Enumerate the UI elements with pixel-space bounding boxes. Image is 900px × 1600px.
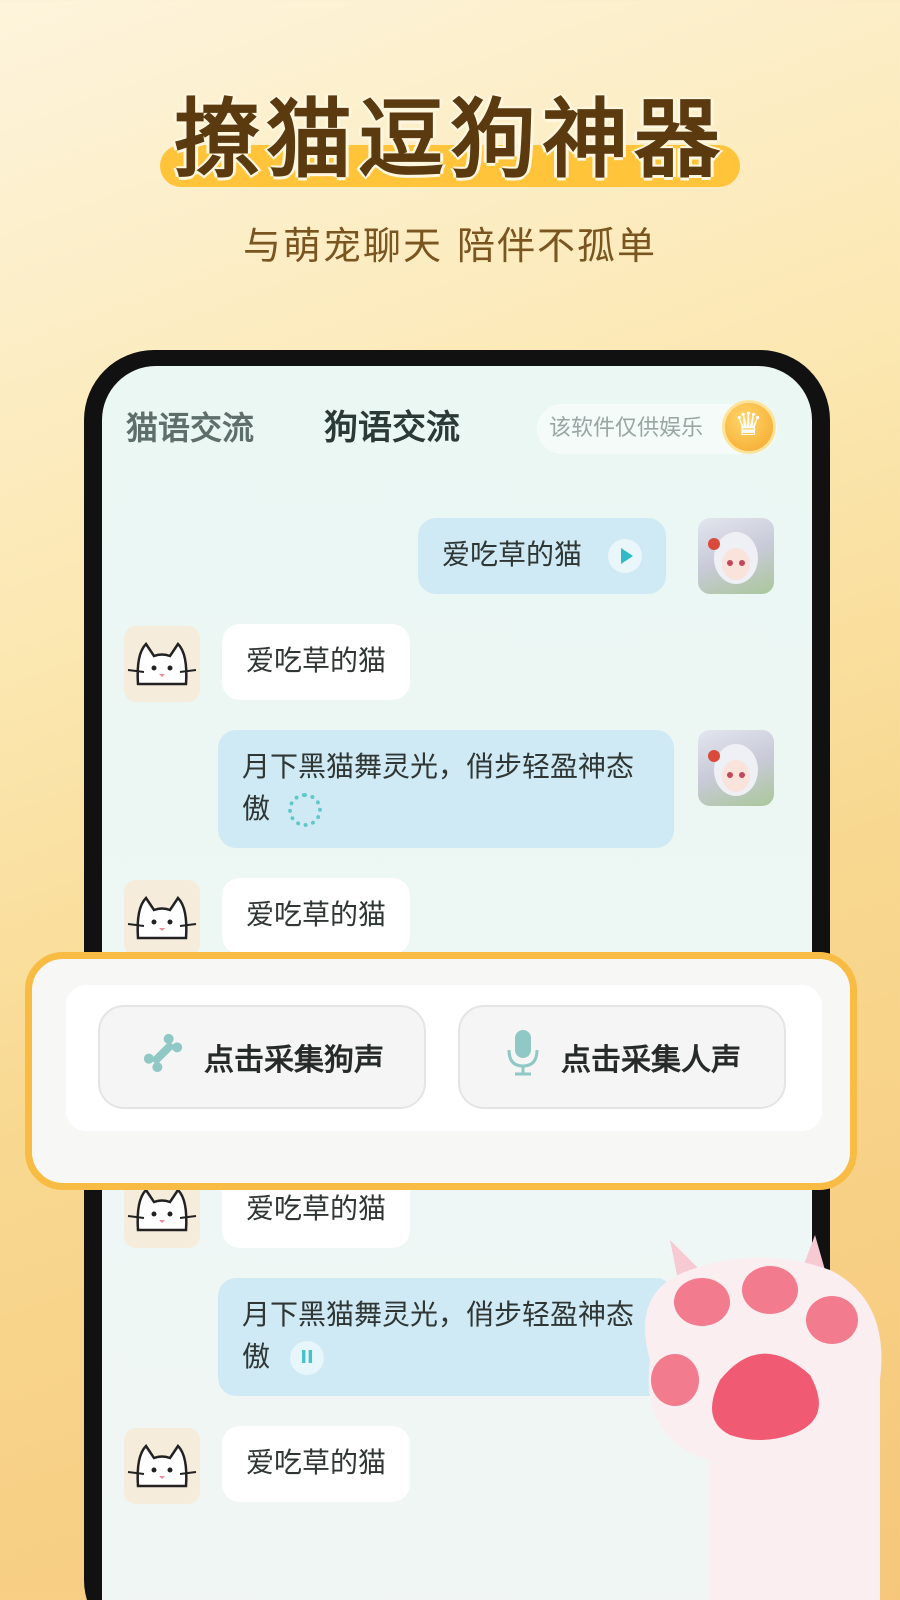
- message-bubble[interactable]: 爱吃草的猫: [222, 1426, 411, 1502]
- avatar[interactable]: [124, 880, 200, 956]
- avatar[interactable]: [124, 626, 200, 702]
- avatar[interactable]: [698, 730, 774, 806]
- collect-human-voice-label: 点击采集人声: [561, 1043, 741, 1078]
- microphone-icon: [503, 1028, 543, 1086]
- cat-avatar-icon: [127, 1444, 197, 1488]
- pause-icon[interactable]: II: [290, 1341, 325, 1375]
- message-bubble[interactable]: 爱吃草的猫: [222, 624, 411, 700]
- message-text: 爱吃草的猫: [246, 644, 387, 677]
- subtitle: 与萌宠聊天 陪伴不孤单: [242, 224, 658, 268]
- cat-paw-illustration: [610, 1230, 900, 1600]
- tab-dog-language[interactable]: 狗语交流: [324, 404, 460, 452]
- avatar[interactable]: [698, 518, 774, 594]
- cat-paw-icon: [645, 1235, 882, 1600]
- cat-avatar-icon: [127, 896, 197, 940]
- play-icon[interactable]: [608, 539, 643, 573]
- loading-icon: [288, 793, 323, 827]
- record-action-panel: 点击采集狗声 点击采集人声: [25, 952, 857, 1190]
- headline-block: 撩猫逗狗神器: [0, 85, 900, 195]
- user-avatar-icon: [708, 744, 758, 796]
- message-bubble[interactable]: 爱吃草的猫: [222, 878, 411, 954]
- cat-avatar-icon: [127, 642, 197, 686]
- tab-cat-language[interactable]: 猫语交流: [126, 404, 254, 452]
- collect-human-voice-button[interactable]: 点击采集人声: [458, 1005, 786, 1109]
- message-text: 爱吃草的猫: [246, 1192, 387, 1225]
- user-avatar-icon: [708, 532, 758, 584]
- message-bubble[interactable]: 月下黑猫舞灵光，俏步轻盈神态傲 II: [218, 1278, 674, 1396]
- collect-dog-voice-label: 点击采集狗声: [204, 1043, 384, 1078]
- record-action-panel-inner: 点击采集狗声 点击采集人声: [66, 985, 822, 1131]
- avatar[interactable]: [124, 1428, 200, 1504]
- message-text: 爱吃草的猫: [246, 1446, 387, 1479]
- message-bubble[interactable]: 月下黑猫舞灵光，俏步轻盈神态傲: [218, 730, 674, 848]
- message-bubble[interactable]: 爱吃草的猫: [418, 518, 667, 594]
- message-text: 爱吃草的猫: [442, 538, 583, 571]
- collect-dog-voice-button[interactable]: 点击采集狗声: [98, 1005, 426, 1109]
- bone-icon: [140, 1030, 186, 1084]
- crown-icon[interactable]: [722, 400, 776, 454]
- message-text: 爱吃草的猫: [246, 898, 387, 931]
- headline: 撩猫逗狗神器: [174, 90, 726, 190]
